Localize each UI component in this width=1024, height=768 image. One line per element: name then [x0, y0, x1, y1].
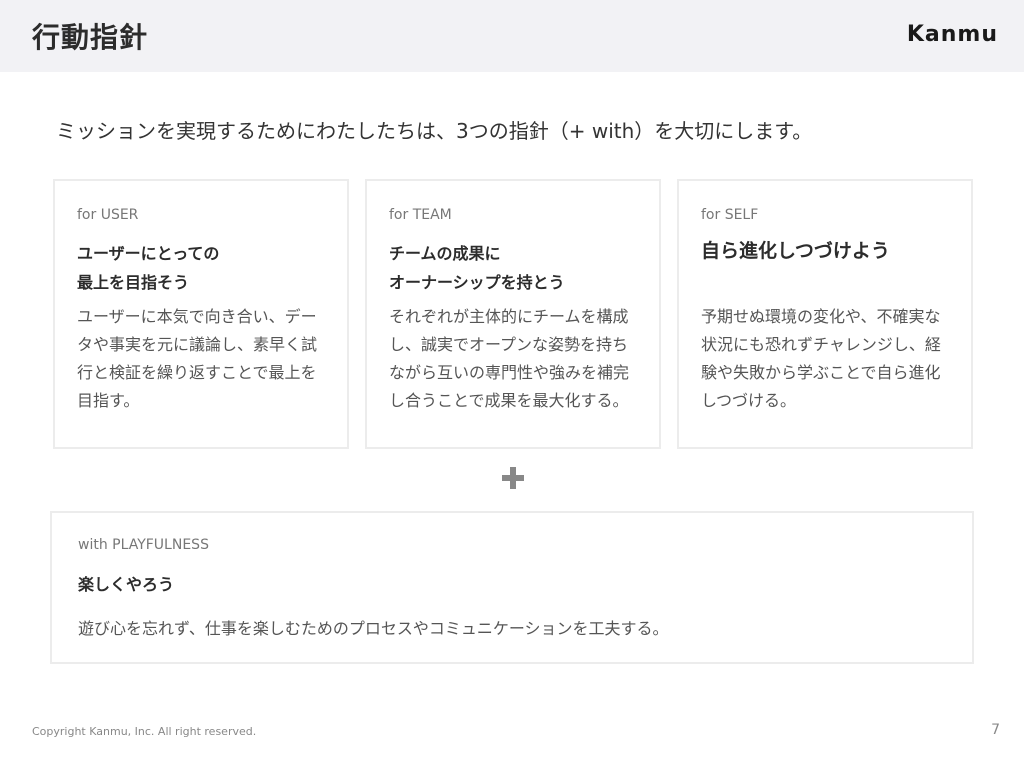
- card-heading: 楽しくやろう: [78, 575, 175, 594]
- card-tag: for TEAM: [389, 207, 452, 223]
- header-bar: 行動指針 Kanmu: [0, 0, 1024, 72]
- card-body: それぞれが主体的にチームを構成し、誠実でオープンな姿勢を持ちながら互いの専門性や…: [389, 307, 630, 410]
- card-for-team: for TEAM チームの成果に オーナーシップを持とう それぞれが主体的にチー…: [365, 179, 661, 449]
- intro-text: ミッションを実現するためにわたしたちは、3つの指針（+ with）を大切にします…: [56, 119, 813, 143]
- card-with-playfulness: with PLAYFULNESS 楽しくやろう 遊び心を忘れず、仕事を楽しむため…: [50, 511, 974, 664]
- card-heading: チームの成果に オーナーシップを持とう: [389, 239, 649, 297]
- card-tag: with PLAYFULNESS: [78, 537, 209, 553]
- card-for-self: for SELF 自ら進化しつづけよう 予期せぬ環境の変化や、不確実な状況にも恐…: [677, 179, 973, 449]
- card-heading-line: チームの成果に: [389, 244, 501, 263]
- copyright-text: Copyright Kanmu, Inc. All right reserved…: [32, 725, 257, 738]
- card-body: ユーザーに本気で向き合い、データや事実を元に議論し、素早く試行と検証を繰り返すこ…: [77, 307, 318, 410]
- card-heading-line: オーナーシップを持とう: [389, 273, 565, 292]
- card-body: 予期せぬ環境の変化や、不確実な状況にも恐れずチャレンジし、経験や失敗から学ぶこと…: [701, 307, 941, 410]
- plus-icon: [502, 467, 524, 489]
- kanmu-logo: Kanmu: [906, 22, 998, 47]
- card-for-user: for USER ユーザーにとっての 最上を目指そう ユーザーに本気で向き合い、…: [53, 179, 349, 449]
- page-title: 行動指針: [32, 21, 149, 54]
- card-heading-line: 最上を目指そう: [77, 273, 190, 292]
- card-body: 遊び心を忘れず、仕事を楽しむためのプロセスやコミュニケーションを工夫する。: [78, 619, 669, 638]
- card-heading-line: 自ら進化しつづけよう: [701, 240, 890, 262]
- card-tag: for SELF: [701, 207, 759, 223]
- card-heading-line: ユーザーにとっての: [77, 244, 220, 263]
- card-heading: ユーザーにとっての 最上を目指そう: [77, 239, 337, 297]
- card-heading: 自ら進化しつづけよう: [701, 237, 961, 266]
- page-number: 7: [991, 722, 1000, 738]
- card-tag: for USER: [77, 207, 139, 223]
